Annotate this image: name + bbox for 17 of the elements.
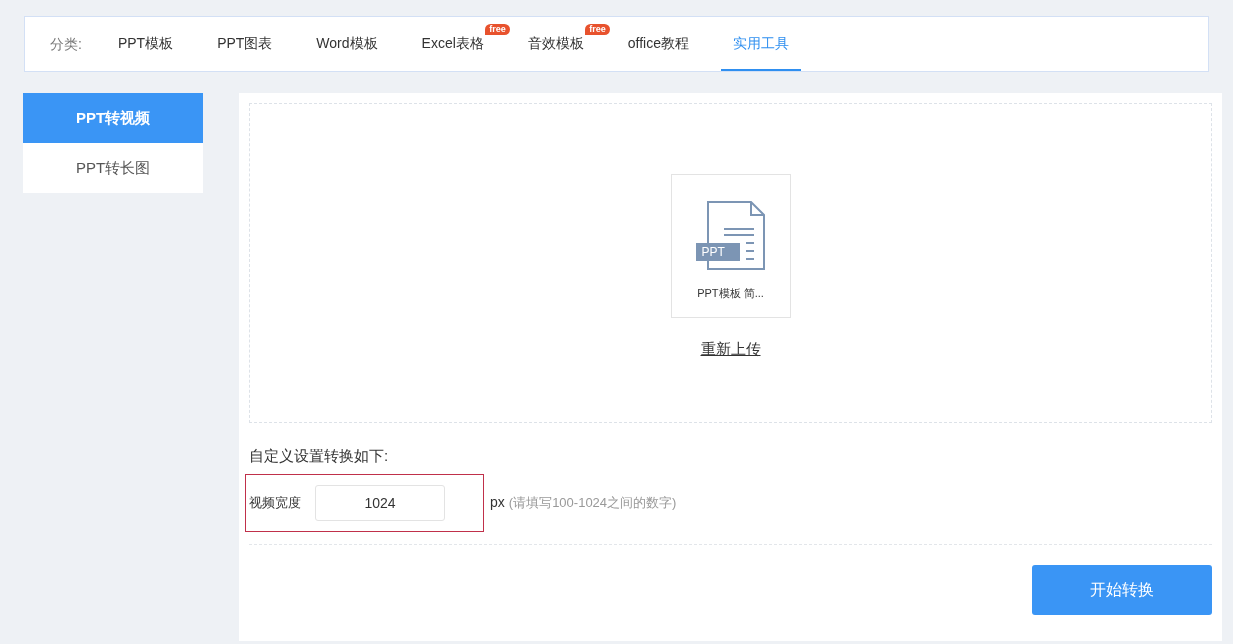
width-hint: (请填写100-1024之间的数字) — [508, 493, 677, 512]
width-label: 视频宽度 — [249, 493, 301, 512]
category-label: 分类: — [50, 34, 82, 54]
width-input[interactable]: 1024 — [315, 484, 445, 521]
unit-label: px — [490, 493, 505, 512]
free-badge: free — [585, 24, 610, 35]
file-name: PPT模板 简... — [697, 286, 764, 301]
file-type-badge: PPT — [695, 243, 740, 261]
nav-tab[interactable]: PPT图表 — [205, 17, 285, 71]
free-badge: free — [485, 24, 510, 35]
nav-tab[interactable]: office教程 — [615, 17, 701, 71]
settings-heading: 自定义设置转换如下: — [249, 446, 390, 466]
sidebar-item[interactable]: PPT转长图 — [23, 143, 203, 193]
nav-tab[interactable]: 实用工具 — [721, 17, 801, 71]
reupload-link[interactable]: 重新上传 — [700, 338, 761, 361]
nav-tab[interactable]: PPT模板 — [105, 17, 186, 71]
nav-tab[interactable]: Word模板 — [304, 17, 390, 71]
